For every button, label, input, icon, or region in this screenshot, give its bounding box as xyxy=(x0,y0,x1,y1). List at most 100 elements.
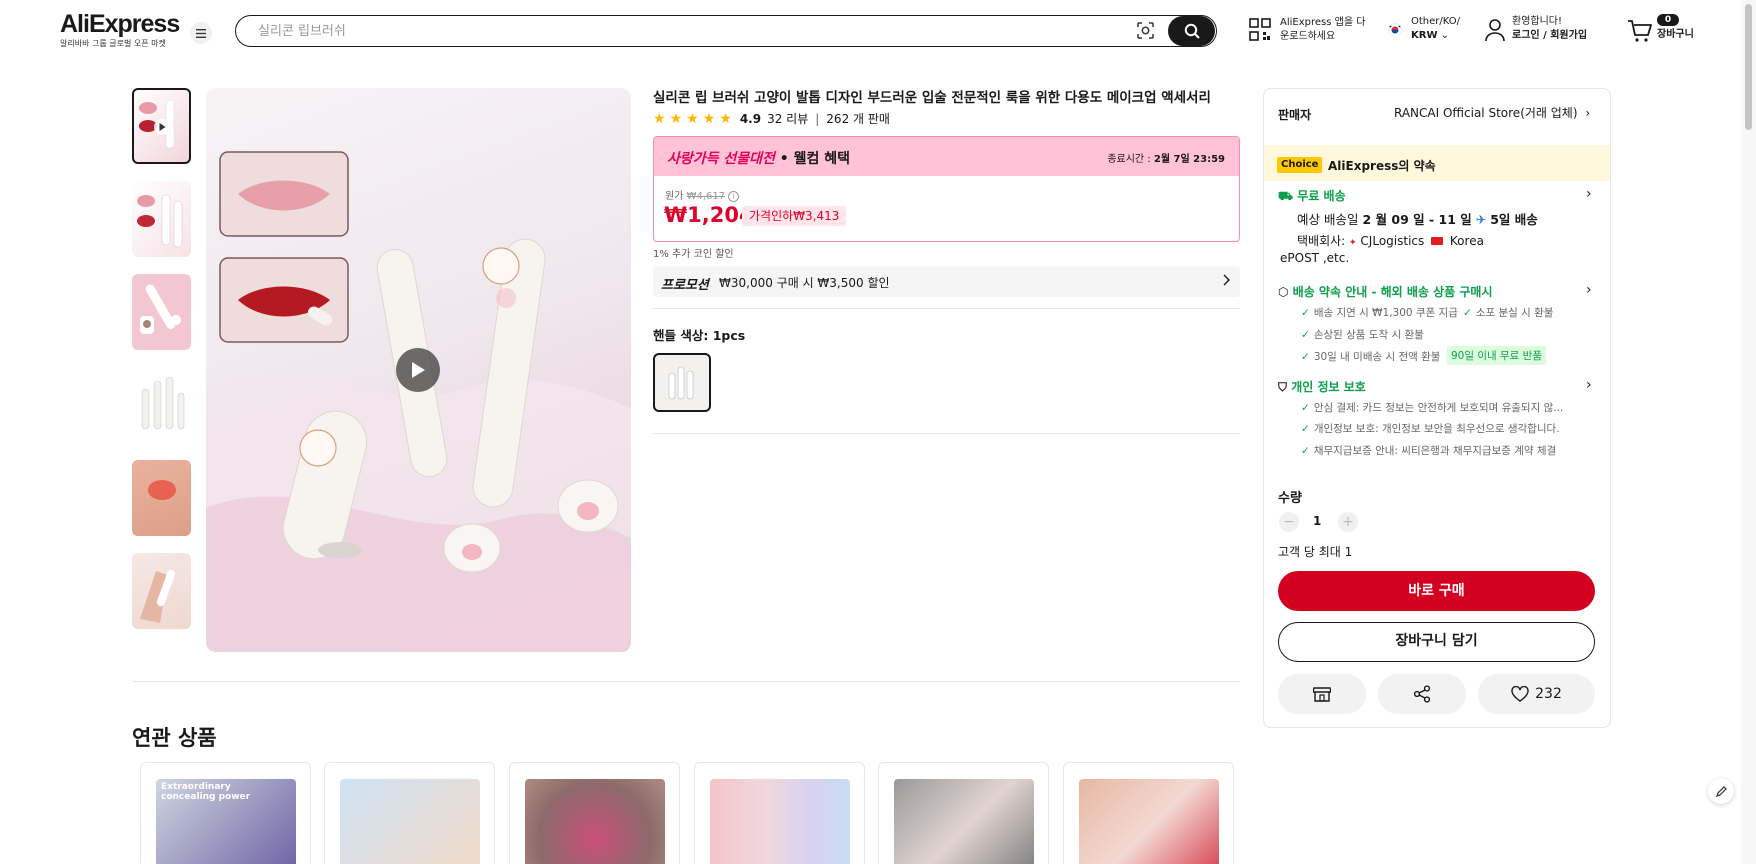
search-icon xyxy=(1184,23,1200,39)
promotion-label: 프로모션 xyxy=(661,278,709,293)
sold-count: 262 개 판매 xyxy=(826,112,890,126)
region-currency-selector[interactable]: Other/KO/ KRW ⌄ xyxy=(1411,15,1460,43)
share-icon xyxy=(1413,685,1431,703)
estimated-delivery: 예상 배송일 2 월 09 일 - 11 일 ✈ 5일 배송 xyxy=(1297,212,1538,227)
star-icon: ★ xyxy=(719,110,732,127)
check-icon: ✓ xyxy=(1301,307,1310,319)
chevron-right-icon: › xyxy=(1585,106,1591,120)
truck-icon: ⛟ xyxy=(1278,189,1294,203)
related-product-card[interactable] xyxy=(1063,762,1234,864)
pencil-icon xyxy=(1715,785,1728,798)
image-search-icon[interactable] xyxy=(1136,21,1155,40)
thumbnail-3[interactable] xyxy=(132,274,191,350)
related-product-card[interactable] xyxy=(324,762,495,864)
shield-icon: ⛉ xyxy=(1278,380,1288,394)
divider: | xyxy=(815,111,820,126)
play-icon xyxy=(410,361,426,379)
menu-button[interactable] xyxy=(190,22,212,44)
delivery-guarantee-row[interactable]: ⬡ 배송 약속 안내 - 해외 배송 상품 구매시 xyxy=(1278,283,1493,300)
buy-now-button[interactable]: 바로 구매 xyxy=(1278,571,1595,611)
thumbnail-6[interactable] xyxy=(132,553,191,629)
hamburger-icon xyxy=(196,28,206,38)
chevron-right-icon[interactable]: › xyxy=(1586,282,1592,298)
thumbnail-5[interactable] xyxy=(132,460,191,536)
card-image-text: Extraordinary concealing power xyxy=(161,782,251,802)
related-product-card[interactable] xyxy=(694,762,865,864)
related-products-title: 연관 상품 xyxy=(132,726,217,750)
guarantee-item: ✓ 소포 분실 시 환불 xyxy=(1463,307,1554,319)
feedback-button[interactable] xyxy=(1708,778,1734,804)
star-icon: ★ xyxy=(653,110,666,127)
product-image xyxy=(525,779,665,864)
related-product-card[interactable]: Extraordinary concealing power xyxy=(140,762,311,864)
check-icon: ✓ xyxy=(1301,402,1310,414)
quantity-decrease-button[interactable]: − xyxy=(1279,512,1299,532)
guarantee-item: ✓ 손상된 상품 도착 시 환불 xyxy=(1301,329,1424,341)
choice-tag: Choice xyxy=(1277,157,1323,173)
star-icon: ★ xyxy=(686,110,699,127)
check-icon: ✓ xyxy=(1301,423,1310,435)
wishlist-button[interactable]: 232 xyxy=(1478,674,1595,714)
quantity-value[interactable]: 1 xyxy=(1313,514,1321,528)
search-bar xyxy=(235,15,1217,47)
quantity-limit: 고객 당 최대 1 xyxy=(1278,545,1353,559)
seller-store-link[interactable]: RANCAI Official Store(거래 업체) › xyxy=(1394,104,1590,121)
privacy-item: ✓ 채무지급보증 안내: 씨티은행과 채무지급보증 계약 체결 xyxy=(1301,445,1557,457)
coin-discount: 1% 추가 코인 할인 xyxy=(653,249,734,260)
scrollbar-thumb[interactable] xyxy=(1745,4,1752,130)
star-icon: ★ xyxy=(669,110,683,127)
check-icon: ✓ xyxy=(1463,307,1472,319)
search-input[interactable] xyxy=(258,20,1138,42)
cart-icon[interactable] xyxy=(1627,19,1653,43)
chevron-right-icon[interactable]: › xyxy=(1586,377,1592,393)
app-download-link[interactable]: AliExpress 앱을 다 운로드하세요 xyxy=(1280,16,1365,44)
product-image xyxy=(894,779,1034,864)
color-option-1pcs[interactable] xyxy=(653,353,711,412)
thumbnail-2[interactable] xyxy=(132,181,191,257)
thumbnail-4[interactable] xyxy=(132,367,191,443)
promo-event-subtitle: • 웰컴 혜택 xyxy=(779,151,851,167)
search-button[interactable] xyxy=(1168,16,1215,46)
aliexpress-logo[interactable]: AliExpress xyxy=(60,10,180,39)
product-image xyxy=(1079,779,1219,864)
choice-promise: AliExpress의 약속 xyxy=(1328,159,1436,173)
related-product-card[interactable] xyxy=(878,762,1049,864)
plane-icon: ✈ xyxy=(1475,212,1487,227)
product-image xyxy=(710,779,850,864)
cj-logo-icon: ✦ xyxy=(1349,238,1357,248)
share-button[interactable] xyxy=(1378,674,1466,714)
quantity-increase-button[interactable]: + xyxy=(1338,512,1358,532)
qr-code-icon[interactable] xyxy=(1249,18,1271,42)
heart-icon xyxy=(1511,686,1529,702)
info-icon[interactable]: i xyxy=(728,190,740,202)
privacy-row[interactable]: ⛉ 개인 정보 보호 xyxy=(1278,378,1366,395)
free-return-badge: 90일 이내 무료 반품 xyxy=(1447,346,1546,365)
sale-price: ₩1,204 xyxy=(664,203,754,227)
check-icon: ✓ xyxy=(1301,351,1310,363)
divider-line xyxy=(653,433,1240,434)
cart-count-badge: 0 xyxy=(1657,14,1679,26)
logo-subtitle: 알리바바 그룹 글로벌 오픈 마켓 xyxy=(60,39,166,48)
promotion-text: ₩30,000 구매 시 ₩3,500 할인 xyxy=(719,276,890,290)
add-to-cart-button[interactable]: 장바구니 담기 xyxy=(1278,622,1595,662)
guarantee-item: ✓ 30일 내 미배송 시 전액 환불 xyxy=(1301,351,1441,363)
original-price: 원가 ₩4,617 i xyxy=(665,187,740,202)
play-video-button[interactable] xyxy=(396,348,440,392)
account-login-link[interactable]: 환영합니다! 로그인 / 회원가입 xyxy=(1512,15,1587,43)
review-count-link[interactable]: 32 리뷰 xyxy=(767,110,808,127)
epost-logo-icon xyxy=(1431,237,1444,245)
free-shipping-row[interactable]: ⛟ 무료 배송 xyxy=(1278,187,1346,205)
related-product-card[interactable] xyxy=(509,762,680,864)
store-button[interactable] xyxy=(1278,674,1366,714)
box-icon: ⬡ xyxy=(1278,285,1289,299)
promo-end-label: 종료시간 : xyxy=(1107,154,1151,165)
thumbnail-video[interactable] xyxy=(132,88,191,164)
promo-end-time: 2월 7일 23:59 xyxy=(1153,154,1225,165)
carrier-info-cont: ePOST ,etc. xyxy=(1280,251,1350,265)
user-icon[interactable] xyxy=(1484,18,1506,42)
cart-label[interactable]: 장바구니 xyxy=(1657,28,1694,42)
privacy-item: ✓ 안심 결제: 카드 정보는 안전하게 보호되며 유출되지 않... xyxy=(1301,402,1564,414)
promo-event-title: 사랑가득 선물대전 xyxy=(667,151,775,167)
promotion-row[interactable]: 프로모션 ₩30,000 구매 시 ₩3,500 할인 xyxy=(653,266,1240,297)
chevron-right-icon[interactable]: › xyxy=(1586,186,1592,202)
